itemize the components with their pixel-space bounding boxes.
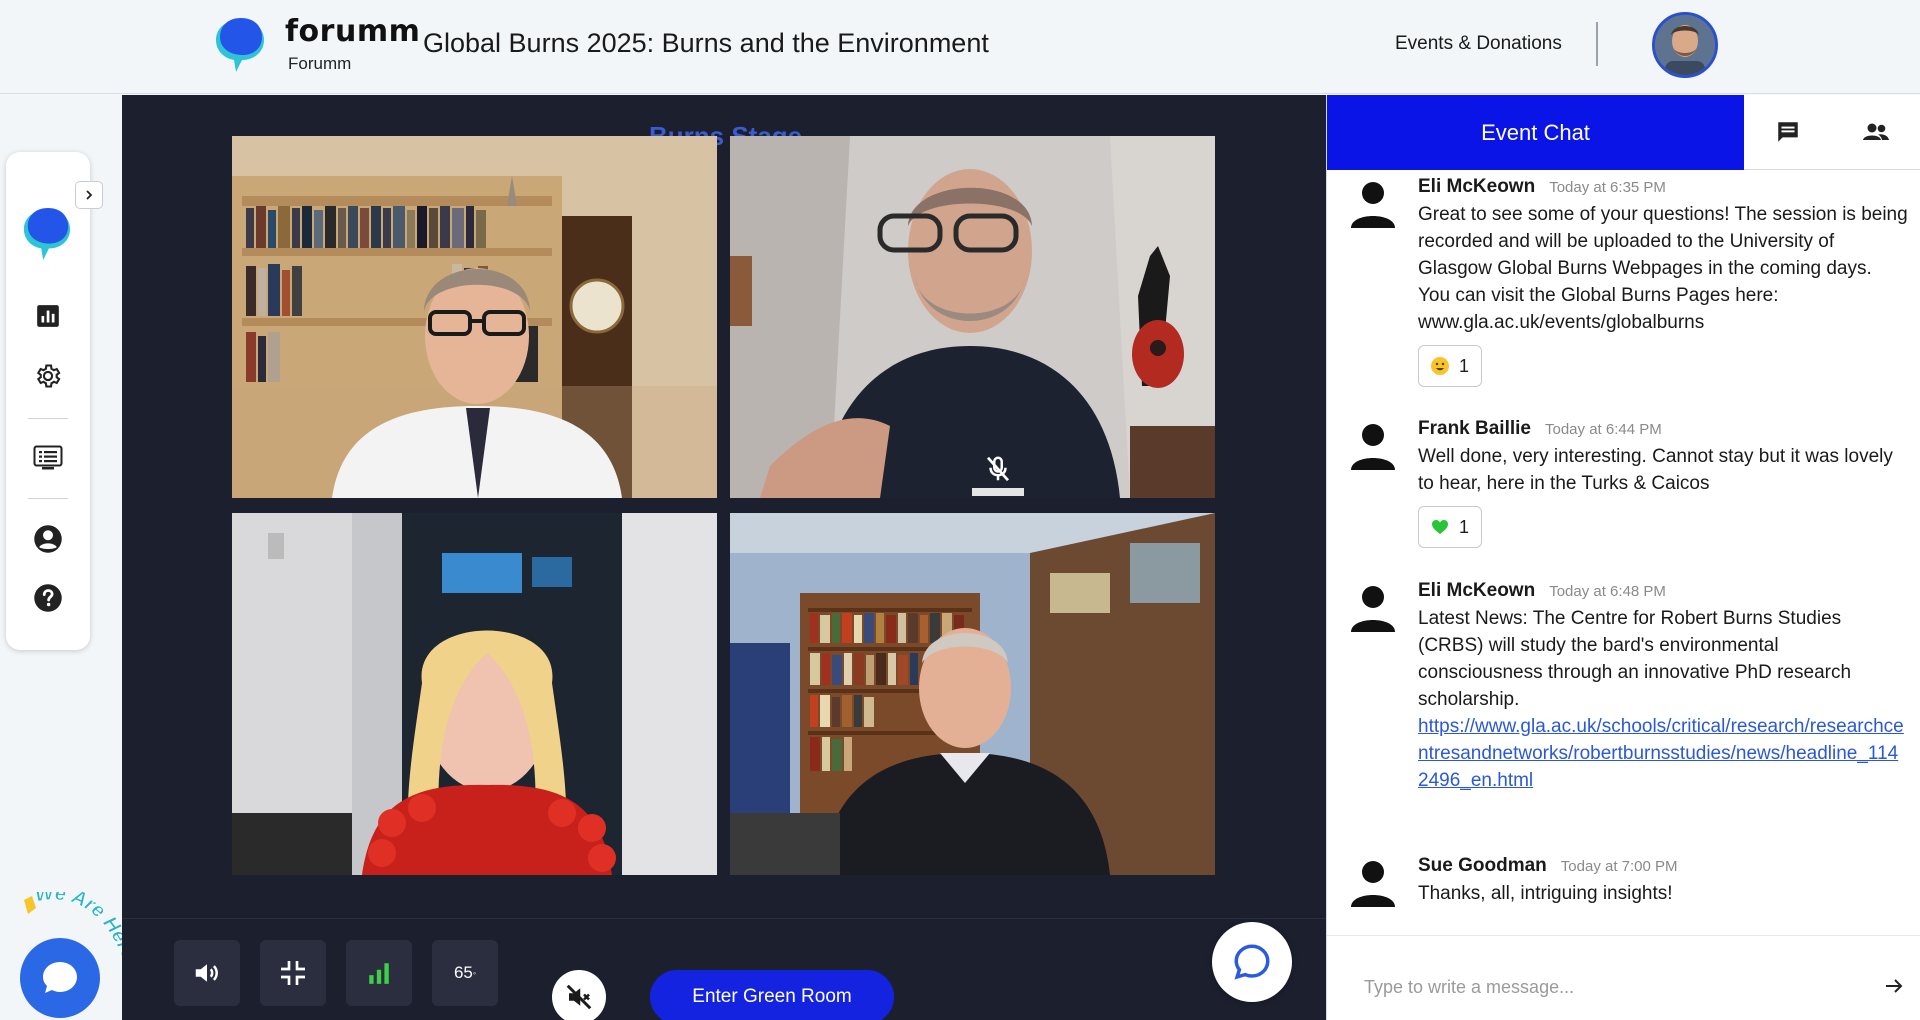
events-donations-link[interactable]: Events & Donations — [1395, 33, 1562, 55]
brand-subtitle: Forumm — [288, 54, 352, 73]
tab-divider — [1744, 169, 1920, 170]
speaker-2-video — [730, 136, 1215, 498]
sidebar-separator — [28, 418, 68, 419]
top-header: forumm Forumm Global Burns 2025: Burns a… — [0, 0, 1920, 94]
people-icon — [1863, 123, 1889, 140]
sidebar-separator — [28, 498, 68, 499]
speaker-2-muted-indicator — [972, 448, 1024, 496]
mute-toggle-button[interactable] — [552, 970, 606, 1020]
send-message-button[interactable] — [1878, 970, 1910, 1002]
settings-gear-icon[interactable] — [28, 356, 68, 396]
speaker-4-video — [730, 513, 1215, 875]
reaction-smile[interactable]: 1 — [1418, 345, 1483, 387]
profile-icon[interactable] — [28, 519, 68, 559]
chat-bubble-icon — [43, 962, 77, 993]
speaker-1-video — [232, 136, 717, 498]
default-avatar-icon — [1351, 861, 1395, 907]
reaction-count: 1 — [1459, 355, 1470, 376]
open-chat-button[interactable] — [1212, 922, 1292, 1002]
muted-bar — [972, 488, 1024, 496]
message-author: Eli McKeown — [1418, 176, 1536, 197]
news-link[interactable]: https://www.gla.ac.uk/schools/critical/r… — [1418, 713, 1908, 794]
chevron-right-icon — [86, 190, 93, 200]
default-avatar-icon — [1351, 586, 1395, 632]
message-author: Eli McKeown — [1418, 580, 1536, 601]
reaction-count: 1 — [1459, 516, 1470, 537]
arrow-right-icon — [1886, 979, 1903, 993]
volume-level-indicator[interactable]: 65 ◦ — [432, 940, 498, 1006]
message-time: Today at 6:48 PM — [1549, 583, 1666, 600]
message-icon — [1778, 122, 1798, 142]
green-heart-icon — [1432, 520, 1448, 534]
volume-button[interactable] — [174, 940, 240, 1006]
expand-sidebar-button[interactable] — [75, 181, 103, 209]
video-tile-speaker-4[interactable] — [730, 513, 1215, 875]
message-text-url: www.gla.ac.uk/events/globalburns — [1418, 312, 1705, 333]
tab-attendees[interactable] — [1832, 95, 1920, 170]
message-time: Today at 6:44 PM — [1545, 421, 1662, 438]
chat-outline-icon — [1234, 944, 1270, 980]
avatar-photo — [1655, 15, 1715, 75]
default-avatar-icon — [1351, 182, 1395, 228]
exit-fullscreen-button[interactable] — [260, 940, 326, 1006]
sidebar-logo-icon[interactable] — [22, 206, 72, 262]
header-divider — [1596, 22, 1598, 66]
message-author: Sue Goodman — [1418, 855, 1547, 876]
speaker-3-video — [232, 513, 717, 875]
analytics-icon[interactable] — [28, 296, 68, 336]
message-text: Well done, very interesting. Cannot stay… — [1418, 446, 1893, 494]
agenda-list-icon[interactable] — [28, 438, 68, 478]
video-tile-speaker-1[interactable] — [232, 136, 717, 498]
video-tile-speaker-2[interactable] — [730, 136, 1215, 498]
forumm-logo-icon[interactable] — [214, 16, 266, 74]
collapse-icon — [281, 961, 305, 985]
reaction-heart[interactable]: 1 — [1418, 506, 1483, 548]
smile-emoji-icon — [1431, 357, 1449, 375]
message-time: Today at 6:35 PM — [1549, 179, 1666, 196]
speaker-icon — [195, 964, 218, 982]
signal-bars-icon — [369, 963, 389, 984]
tab-messages[interactable] — [1744, 95, 1832, 170]
speaker-off-icon — [566, 984, 592, 1010]
mic-off-icon — [986, 456, 1010, 482]
video-stage: Burns Stage — [122, 95, 1326, 1020]
user-avatar[interactable] — [1652, 12, 1718, 78]
tab-event-chat[interactable]: Event Chat — [1327, 95, 1744, 170]
connection-quality-button[interactable] — [346, 940, 412, 1006]
message-text: Thanks, all, intriguing insights! — [1418, 883, 1673, 904]
default-avatar-icon — [1351, 424, 1395, 470]
message-author: Frank Baillie — [1418, 418, 1531, 439]
chat-message-input[interactable] — [1364, 972, 1864, 1002]
support-chat-button[interactable] — [20, 938, 100, 1018]
help-icon[interactable] — [28, 578, 68, 618]
message-text: Latest News: The Centre for Robert Burns… — [1418, 608, 1852, 710]
message-text: Great to see some of your questions! The… — [1418, 204, 1908, 306]
volume-level-icon: ◦ — [472, 968, 477, 978]
event-title: Global Burns 2025: Burns and the Environ… — [423, 28, 989, 58]
message-time: Today at 7:00 PM — [1560, 858, 1678, 875]
volume-level-value: 65 — [453, 963, 473, 982]
video-tile-speaker-3[interactable] — [232, 513, 717, 875]
brand-name: forumm — [285, 14, 421, 49]
enter-green-room-button[interactable]: Enter Green Room — [650, 970, 894, 1020]
